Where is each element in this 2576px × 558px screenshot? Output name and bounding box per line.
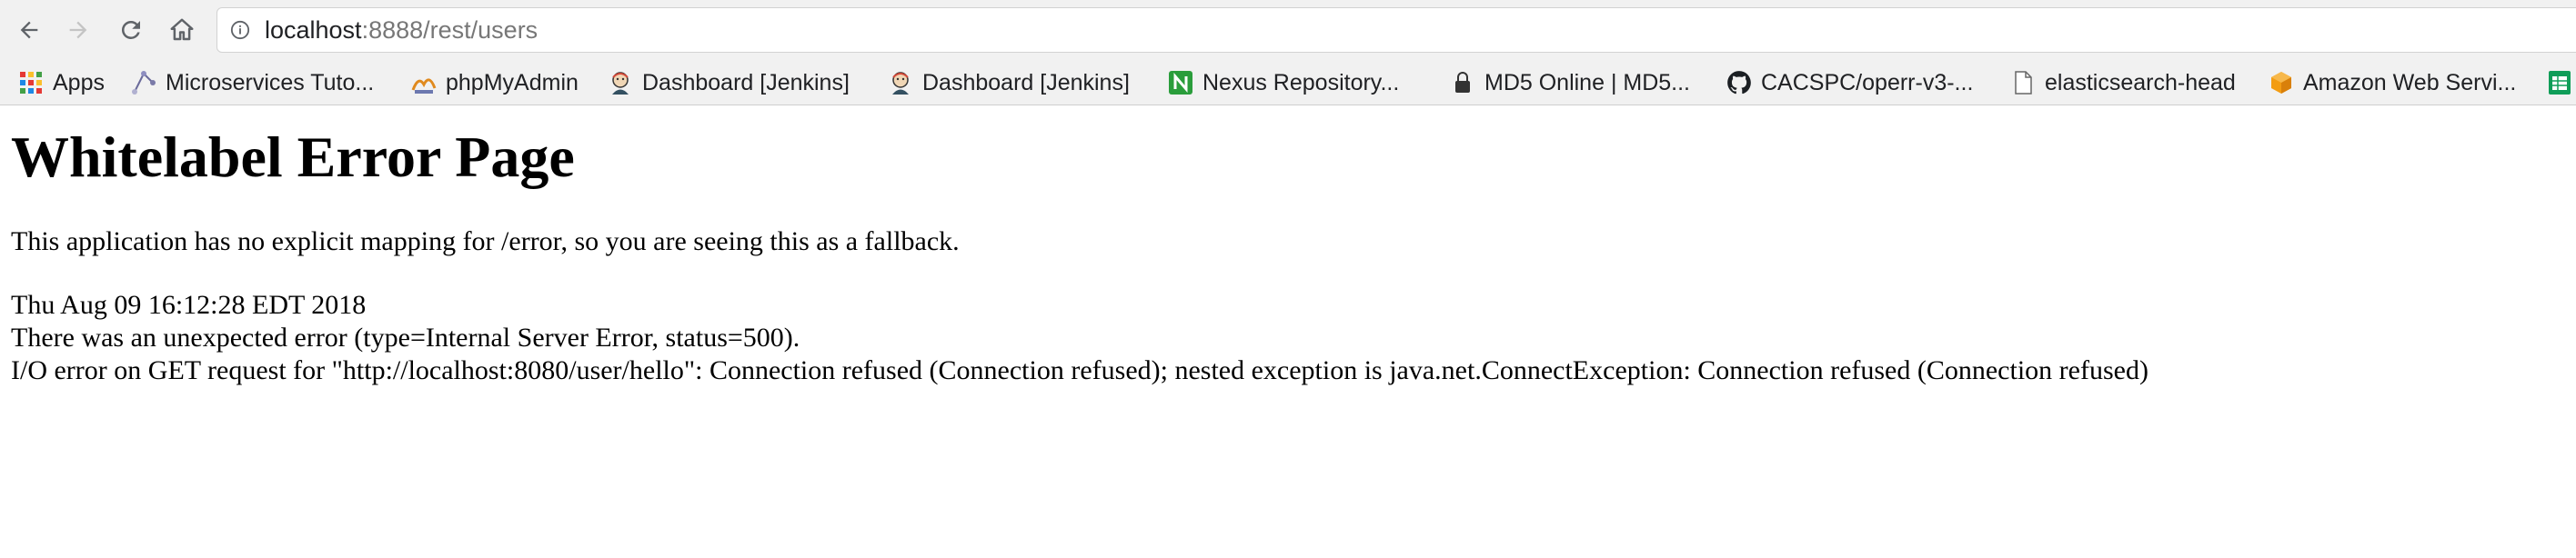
bookmarks-bar: Apps Microservices Tuto... phpMyAdmin Da… <box>0 60 2576 105</box>
bookmark-label: Dashboard [Jenkins] <box>922 69 1130 95</box>
jenkins-icon <box>888 70 913 95</box>
bookmark-sheets[interactable] <box>2547 60 2576 105</box>
bookmark-label: Amazon Web Servi... <box>2303 69 2517 95</box>
url-host: localhost <box>265 16 362 44</box>
reload-button[interactable] <box>113 12 149 48</box>
address-bar[interactable]: localhost:8888/rest/users <box>216 7 2576 53</box>
bookmark-label: elasticsearch-head <box>2045 69 2236 95</box>
back-arrow-icon <box>20 21 38 39</box>
bookmark-label: Apps <box>53 69 105 95</box>
url-text[interactable]: localhost:8888/rest/users <box>265 8 538 52</box>
bookmark-label: Microservices Tuto... <box>166 69 375 95</box>
forward-arrow-icon <box>69 21 87 39</box>
spreadsheet-icon <box>2547 70 2572 95</box>
bookmark-aws[interactable]: Amazon Web Servi... <box>2269 60 2516 105</box>
error-explanation: This application has no explicit mapping… <box>11 225 960 256</box>
bookmark-label: CACSPC/operr-v3-... <box>1761 69 1974 95</box>
bookmark-jenkins-2[interactable]: Dashboard [Jenkins] <box>888 60 1130 105</box>
bookmark-phpmyadmin[interactable]: phpMyAdmin <box>411 60 579 105</box>
phpmyadmin-icon <box>411 70 437 95</box>
nexus-icon <box>1168 70 1193 95</box>
page-title: Whitelabel Error Page <box>11 125 575 189</box>
lock-icon <box>1450 70 1475 95</box>
bookmark-label: Dashboard [Jenkins] <box>642 69 850 95</box>
home-button[interactable] <box>164 12 200 48</box>
bookmark-label: MD5 Online | MD5... <box>1484 69 1691 95</box>
error-type-status: There was an unexpected error (type=Inte… <box>11 322 800 353</box>
error-message: I/O error on GET request for "http://loc… <box>11 354 2148 385</box>
bookmark-microservices[interactable]: Microservices Tuto... <box>131 60 374 105</box>
page-content: Whitelabel Error Page This application h… <box>11 105 2558 387</box>
aws-icon <box>2269 70 2294 95</box>
microservices-icon <box>131 70 156 95</box>
home-icon <box>170 18 194 41</box>
error-timestamp: Thu Aug 09 16:12:28 EDT 2018 <box>11 289 367 320</box>
reload-icon <box>121 20 140 39</box>
bookmark-jenkins-1[interactable]: Dashboard [Jenkins] <box>608 60 850 105</box>
github-icon <box>1726 70 1752 95</box>
bookmark-apps[interactable]: Apps <box>18 60 105 105</box>
error-details: Thu Aug 09 16:12:28 EDT 2018 There was a… <box>11 289 2558 387</box>
apps-grid-icon <box>18 70 44 95</box>
info-icon <box>230 20 250 40</box>
bookmark-github[interactable]: CACSPC/operr-v3-... <box>1726 60 1973 105</box>
jenkins-icon <box>608 70 633 95</box>
bookmark-label: phpMyAdmin <box>446 69 579 95</box>
forward-button[interactable] <box>60 12 96 48</box>
bookmark-nexus[interactable]: Nexus Repository... <box>1168 60 1399 105</box>
bookmark-md5[interactable]: MD5 Online | MD5... <box>1450 60 1690 105</box>
bookmark-label: Nexus Repository... <box>1202 69 1400 95</box>
browser-toolbar: localhost:8888/rest/users <box>0 0 2576 60</box>
bookmark-elasticsearch[interactable]: elasticsearch-head <box>2010 60 2236 105</box>
url-path: :8888/rest/users <box>361 16 538 44</box>
back-button[interactable] <box>11 12 47 48</box>
document-icon <box>2010 70 2036 95</box>
